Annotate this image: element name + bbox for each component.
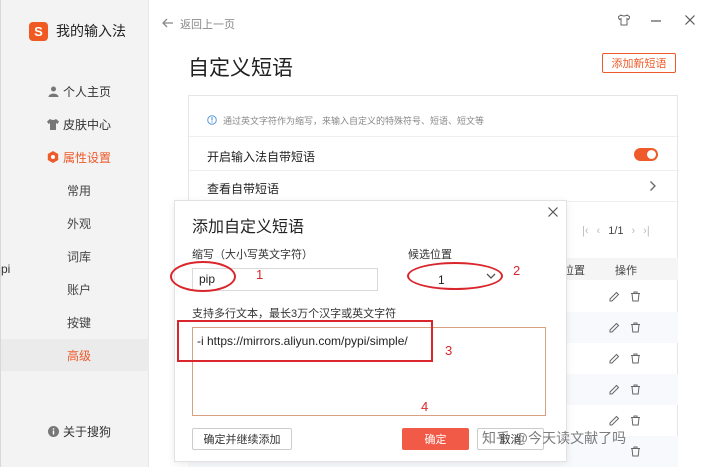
prev-page-icon[interactable]: ‹ — [597, 225, 601, 237]
trash-icon[interactable] — [630, 384, 641, 398]
sidebar: S 我的输入法 个人主页 皮肤中心 属性设置 常用 外观 词库 账户 按键 高级 — [1, 0, 149, 467]
bulb-icon — [207, 114, 217, 127]
annotation-rect — [177, 320, 433, 362]
watermark: 知乎 @今天读文献了吗 — [482, 430, 627, 446]
next-page-icon[interactable]: › — [632, 225, 636, 237]
sidebar-subitem-dictionary[interactable]: 词库 — [1, 240, 149, 272]
column-header-actions: 操作 — [615, 265, 637, 277]
brand: S 我的输入法 — [29, 20, 126, 42]
divider — [189, 170, 679, 171]
sidebar-subitem-common[interactable]: 常用 — [1, 174, 149, 206]
first-page-icon[interactable]: |‹ — [582, 225, 589, 237]
sogou-logo-icon: S — [29, 21, 48, 41]
annotation-ellipse — [170, 261, 236, 292]
sidebar-item-properties[interactable]: 属性设置 — [1, 141, 149, 173]
shirt-icon — [47, 118, 59, 130]
sidebar-subitem-keys[interactable]: 按键 — [1, 306, 149, 338]
page-indicator: 1/1 — [608, 225, 624, 237]
trash-icon[interactable] — [630, 446, 641, 460]
builtin-phrases-toggle[interactable] — [634, 148, 658, 161]
sidebar-subitem-advanced[interactable]: 高级 — [1, 339, 149, 371]
info-icon — [47, 425, 59, 437]
sidebar-item-profile[interactable]: 个人主页 — [1, 75, 149, 107]
hint-text: 通过英文字符作为缩写，来输入自定义的特殊符号、短语、短文等 — [207, 114, 484, 127]
pagination: |‹ ‹ 1/1 › ›| — [582, 225, 650, 237]
edit-icon[interactable] — [609, 353, 620, 367]
sidebar-item-label: 属性设置 — [63, 150, 112, 165]
arrow-left-icon — [162, 18, 174, 31]
sidebar-item-label: 个人主页 — [63, 84, 112, 99]
annotation-number: 2 — [513, 263, 521, 278]
chevron-right-icon[interactable] — [649, 179, 657, 195]
last-page-icon[interactable]: ›| — [643, 225, 650, 237]
builtin-phrases-toggle-label: 开启输入法自带短语 — [207, 150, 316, 164]
edit-icon[interactable] — [609, 291, 620, 305]
sidebar-item-skins[interactable]: 皮肤中心 — [1, 108, 149, 140]
add-phrase-button[interactable]: 添加新短语 — [602, 53, 676, 73]
hint-label: 通过英文字符作为缩写，来输入自定义的特殊符号、短语、短文等 — [223, 116, 485, 126]
annotation-number: 4 — [421, 399, 429, 414]
divider — [189, 136, 679, 137]
close-icon[interactable] — [547, 205, 559, 223]
sidebar-subitem-appearance[interactable]: 外观 — [1, 207, 149, 239]
edit-icon[interactable] — [609, 415, 620, 429]
edit-icon[interactable] — [609, 384, 620, 398]
back-link[interactable]: 返回上一页 — [162, 16, 235, 32]
annotation-number: 3 — [445, 343, 453, 358]
user-icon — [47, 85, 59, 97]
sidebar-subitem-account[interactable]: 账户 — [1, 273, 149, 305]
close-icon[interactable] — [682, 14, 698, 28]
edit-icon[interactable] — [609, 322, 620, 336]
confirm-continue-button[interactable]: 确定并继续添加 — [192, 428, 292, 450]
settings-icon — [47, 151, 59, 163]
app-name: 我的输入法 — [56, 23, 126, 39]
trash-icon[interactable] — [630, 322, 641, 336]
back-label: 返回上一页 — [180, 19, 235, 31]
minimize-icon[interactable] — [648, 14, 664, 28]
view-builtin-phrases-label[interactable]: 查看自带短语 — [207, 180, 279, 197]
trash-icon[interactable] — [630, 291, 641, 305]
page-title: 自定义短语 — [188, 57, 293, 80]
confirm-button[interactable]: 确定 — [402, 428, 469, 450]
sidebar-item-label: 关于搜狗 — [63, 424, 112, 439]
skin-icon[interactable] — [616, 14, 632, 28]
abbreviation-label: 缩写（大小写英文字符） — [192, 249, 313, 261]
trash-icon[interactable] — [630, 353, 641, 367]
annotation-ellipse — [407, 262, 503, 290]
background-text-fragment: pi — [1, 262, 11, 276]
sidebar-item-about[interactable]: 关于搜狗 — [1, 415, 149, 447]
text-label: 支持多行文本，最长3万个汉字或英文字符 — [192, 308, 397, 320]
annotation-number: 1 — [256, 267, 264, 282]
sidebar-item-label: 皮肤中心 — [63, 117, 112, 132]
trash-icon[interactable] — [630, 415, 641, 429]
dialog-title: 添加自定义短语 — [192, 219, 305, 236]
position-label: 候选位置 — [408, 249, 452, 261]
